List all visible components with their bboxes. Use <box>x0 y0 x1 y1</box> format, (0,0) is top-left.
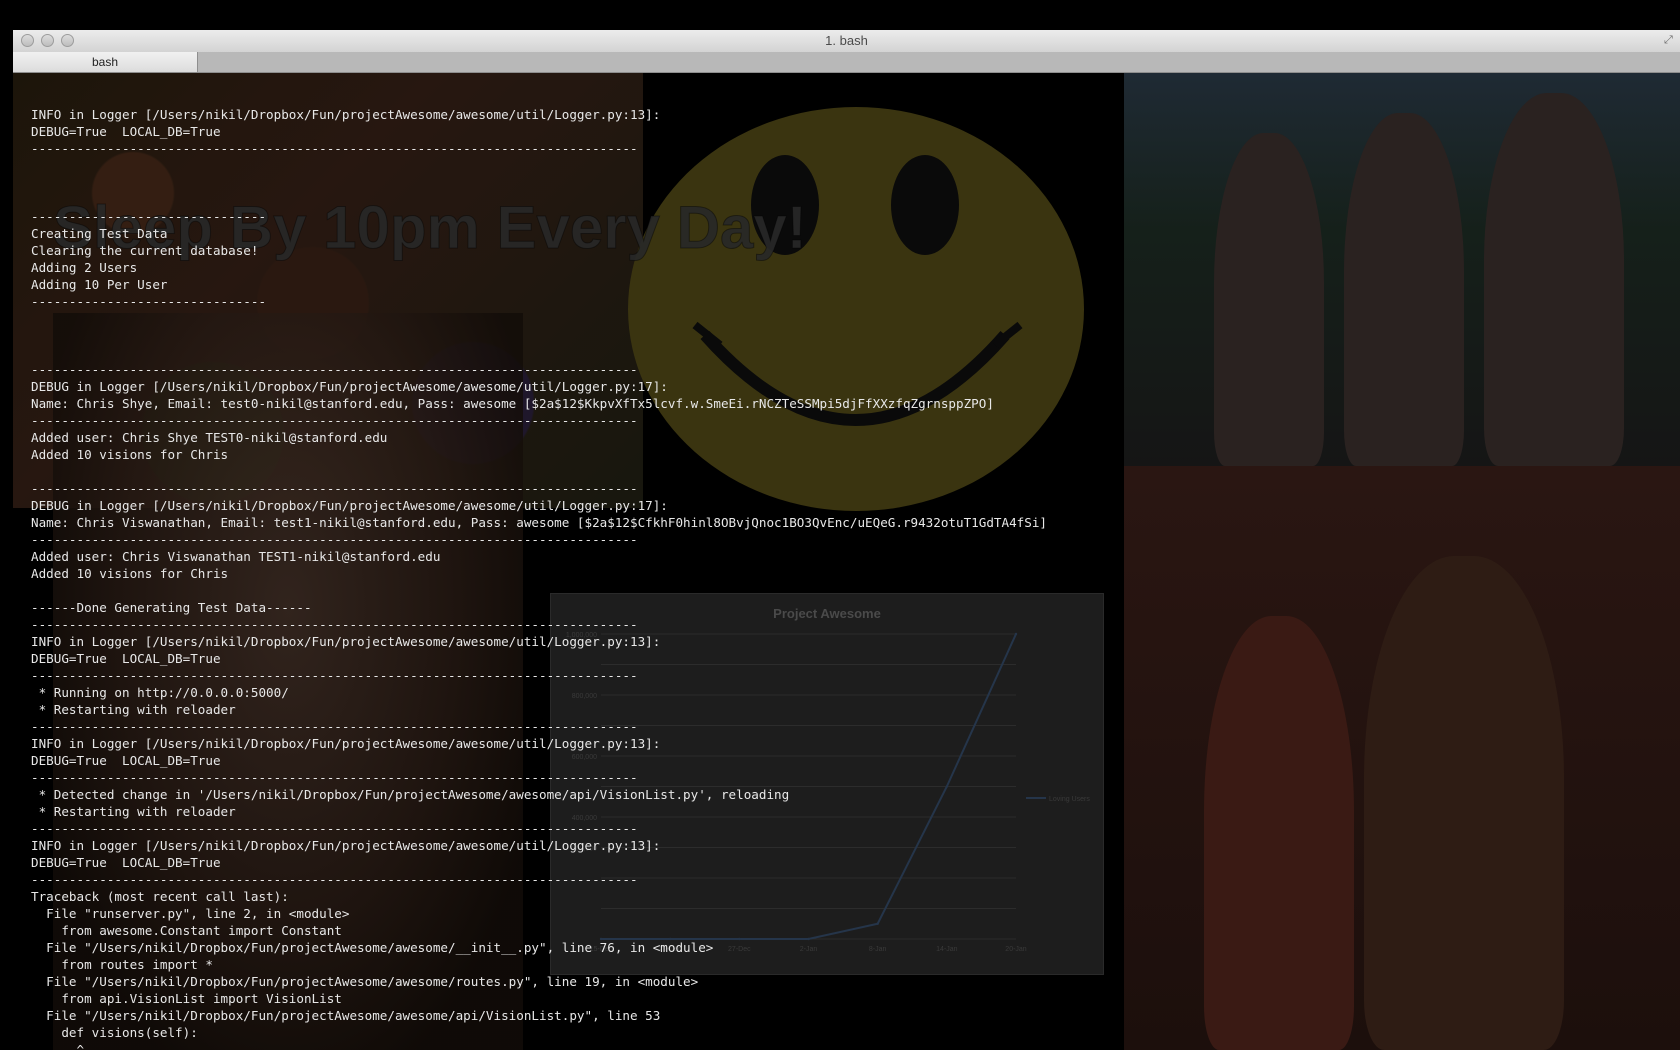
terminal-line: def visions(self): <box>31 1025 198 1040</box>
terminal-line: Name: Chris Viswanathan, Email: test1-ni… <box>31 515 1047 530</box>
terminal-line: Creating Test Data <box>31 226 168 241</box>
terminal-output[interactable]: INFO in Logger [/Users/nikil/Dropbox/Fun… <box>31 106 1671 1050</box>
terminal-line: * Restarting with reloader <box>31 804 236 819</box>
terminal-line: DEBUG=True LOCAL_DB=True <box>31 124 221 139</box>
terminal-line: ----------------------------------------… <box>31 481 638 496</box>
terminal-line: ^ <box>31 1042 85 1050</box>
terminal-line: DEBUG in Logger [/Users/nikil/Dropbox/Fu… <box>31 379 668 394</box>
terminal-line: ----------------------------------------… <box>31 141 638 156</box>
terminal-line: ----------------------------------------… <box>31 362 638 377</box>
terminal-line: DEBUG=True LOCAL_DB=True <box>31 753 221 768</box>
terminal-line: * Detected change in '/Users/nikil/Dropb… <box>31 787 790 802</box>
terminal-line: ------Done Generating Test Data------ <box>31 600 312 615</box>
terminal-line: ----------------------------------------… <box>31 413 638 428</box>
terminal-line: Clearing the current database! <box>31 243 259 258</box>
terminal-line: INFO in Logger [/Users/nikil/Dropbox/Fun… <box>31 736 661 751</box>
terminal-line: INFO in Logger [/Users/nikil/Dropbox/Fun… <box>31 107 661 122</box>
terminal-line: DEBUG=True LOCAL_DB=True <box>31 651 221 666</box>
terminal-line: DEBUG in Logger [/Users/nikil/Dropbox/Fu… <box>31 498 668 513</box>
terminal-line: from api.VisionList import VisionList <box>31 991 342 1006</box>
terminal-line: INFO in Logger [/Users/nikil/Dropbox/Fun… <box>31 838 661 853</box>
terminal-line: DEBUG=True LOCAL_DB=True <box>31 855 221 870</box>
terminal-line: Added 10 visions for Chris <box>31 566 229 581</box>
terminal-line: INFO in Logger [/Users/nikil/Dropbox/Fun… <box>31 634 661 649</box>
terminal-line: File "runserver.py", line 2, in <module> <box>31 906 350 921</box>
terminal-line: Traceback (most recent call last): <box>31 889 289 904</box>
terminal-line: File "/Users/nikil/Dropbox/Fun/projectAw… <box>31 940 714 955</box>
resize-icon[interactable]: ⤢ <box>1664 34 1676 46</box>
terminal-line: Adding 2 Users <box>31 260 138 275</box>
terminal-line: from awesome.Constant import Constant <box>31 923 342 938</box>
terminal-line: Added user: Chris Viswanathan TEST1-niki… <box>31 549 441 564</box>
terminal-line: ----------------------------------------… <box>31 617 638 632</box>
title-bar[interactable]: 1. bash ⤢ <box>13 30 1680 53</box>
terminal-line: * Running on http://0.0.0.0:5000/ <box>31 685 289 700</box>
tab-bash[interactable]: bash <box>13 52 198 72</box>
window-title: 1. bash <box>825 33 868 48</box>
terminal-line: ----------------------------------------… <box>31 668 638 683</box>
terminal-line: File "/Users/nikil/Dropbox/Fun/projectAw… <box>31 1008 661 1023</box>
terminal-line: File "/Users/nikil/Dropbox/Fun/projectAw… <box>31 974 699 989</box>
terminal-line: ----------------------------------------… <box>31 821 638 836</box>
terminal-line: ----------------------------------------… <box>31 532 638 547</box>
terminal-line: ------------------------------- <box>31 294 267 309</box>
terminal-line: * Restarting with reloader <box>31 702 236 717</box>
terminal-line: Added 10 visions for Chris <box>31 447 229 462</box>
terminal-line: from routes import * <box>31 957 213 972</box>
terminal-line: Adding 10 Per User <box>31 277 168 292</box>
terminal-line: ----------------------------------------… <box>31 872 638 887</box>
terminal-line: ----------------------------------------… <box>31 719 638 734</box>
terminal-line: Name: Chris Shye, Email: test0-nikil@sta… <box>31 396 994 411</box>
terminal-line: ----------------------------------------… <box>31 770 638 785</box>
terminal-line: ------------------------------- <box>31 209 267 224</box>
terminal-line: Added user: Chris Shye TEST0-nikil@stanf… <box>31 430 388 445</box>
terminal-window: 1. bash ⤢ bash Sleep By 10pm Every Day! <box>13 30 1680 1050</box>
tab-bar: bash <box>13 52 1680 73</box>
